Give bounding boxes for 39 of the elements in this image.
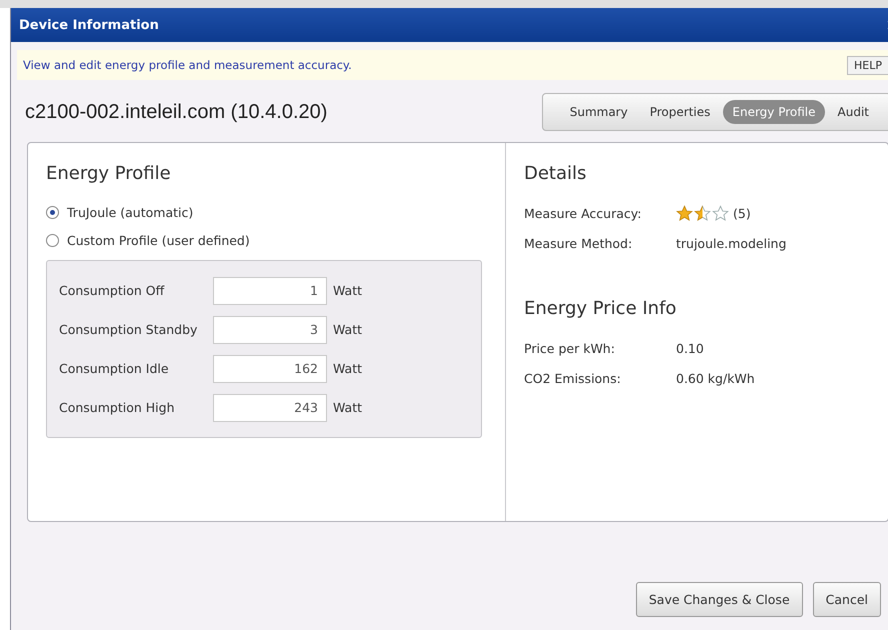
tab[interactable]: Summary: [560, 100, 637, 124]
field-value: (5): [733, 206, 751, 220]
star-icon: [676, 204, 693, 222]
section-heading: Energy Profile: [46, 163, 172, 184]
field-value: 0.60 kg/kWh: [676, 370, 755, 386]
unit-label: Watt: [333, 361, 362, 376]
input-field[interactable]: 243: [213, 394, 327, 422]
help-button[interactable]: HELP: [847, 56, 888, 74]
field-label: Price per kWh:: [524, 340, 616, 356]
field-label: Consumption High: [59, 400, 176, 415]
radio-button[interactable]: [46, 234, 59, 246]
input-field[interactable]: 1: [213, 276, 327, 304]
tab[interactable]: Properties: [640, 100, 720, 124]
unit-label: Watt: [333, 400, 362, 415]
star-icon: [694, 204, 711, 222]
radio-button[interactable]: [46, 206, 59, 218]
input-field[interactable]: 162: [213, 354, 327, 382]
field-label: CO2 Emissions:: [524, 370, 622, 386]
save-button[interactable]: Save Changes & Close: [636, 582, 803, 617]
tab[interactable]: Audit: [828, 100, 878, 124]
field-label: Consumption Off: [59, 283, 166, 298]
field-value: 0.10: [676, 340, 704, 356]
section-heading: Energy Price Info: [524, 298, 678, 319]
field-label: Measure Accuracy:: [524, 206, 642, 220]
input-field[interactable]: 3: [213, 316, 327, 344]
field-label: Consumption Idle: [59, 361, 170, 376]
device-title: c2100-002.inteleil.com (10.4.0.20): [25, 100, 328, 124]
field-label: Consumption Standby: [59, 322, 198, 337]
radio-label: TruJoule (automatic): [67, 204, 194, 220]
section-heading: Details: [524, 163, 588, 184]
info-text: View and edit energy profile and measurement accuracy.: [23, 58, 352, 72]
field-value: trujoule.modeling: [676, 236, 786, 250]
star-icon: [712, 204, 729, 222]
field-label: Measure Method:: [524, 236, 634, 250]
unit-label: Watt: [333, 283, 362, 298]
cancel-button[interactable]: Cancel: [812, 582, 881, 617]
radio-label: Custom Profile (user defined): [67, 232, 250, 248]
unit-label: Watt: [333, 322, 362, 337]
window-title: Device Information: [19, 18, 159, 32]
